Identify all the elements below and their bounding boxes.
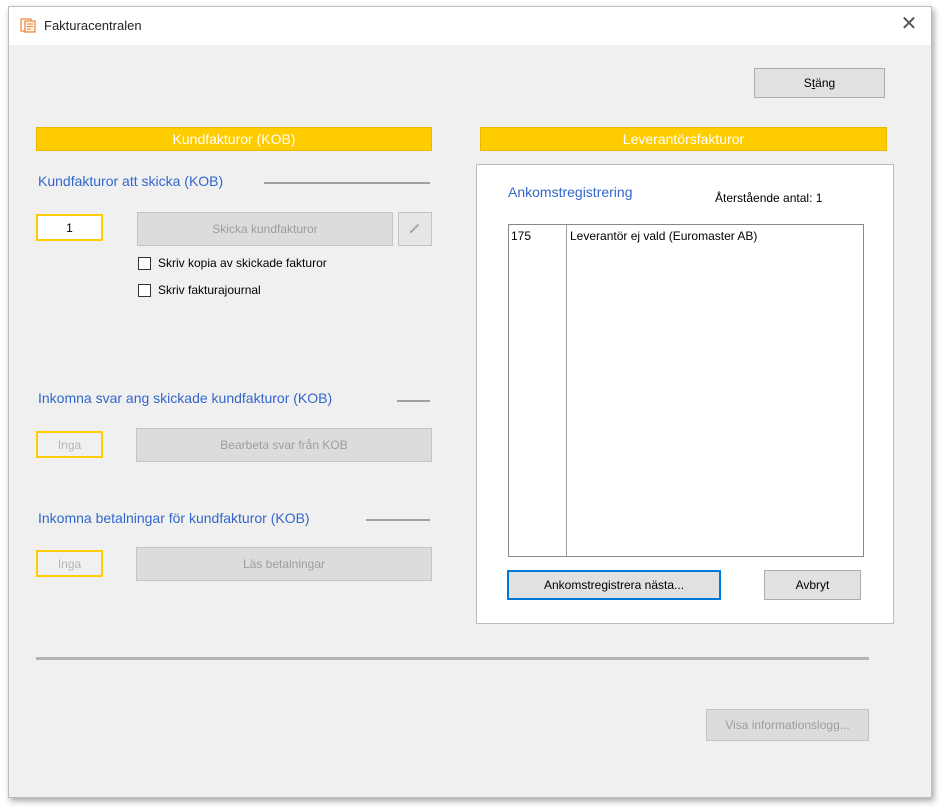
invoice-app-icon [20, 17, 36, 33]
close-label-rest: äng [815, 76, 836, 90]
row-supplier-text[interactable]: Leverantör ej vald (Euromaster AB) [570, 229, 757, 243]
process-replies-button[interactable]: Bearbeta svar från KOB [136, 428, 432, 462]
pencil-icon [409, 222, 421, 237]
print-journal-checkbox[interactable] [138, 284, 151, 297]
bottom-separator [36, 657, 869, 660]
send-invoices-button[interactable]: Skicka kundfakturor [137, 212, 393, 246]
supplier-invoices-header: Leverantörsfakturor [480, 127, 887, 151]
show-log-button[interactable]: Visa informationslogg... [706, 709, 869, 741]
arrival-registration-title: Ankomstregistrering [508, 184, 633, 200]
customer-invoices-header: Kundfakturor (KOB) [36, 127, 432, 151]
row-number[interactable]: 175 [511, 229, 531, 243]
print-copy-checkbox[interactable] [138, 257, 151, 270]
group-divider [366, 519, 430, 521]
invoices-to-send-title: Kundfakturor att skicka (KOB) [38, 173, 224, 189]
dialog-window: Fakturacentralen ✕ St äng Kundfakturor (K… [8, 6, 932, 798]
invoices-to-send-count: 1 [36, 214, 103, 241]
window-title: Fakturacentralen [44, 18, 142, 33]
group-divider [397, 400, 430, 402]
edit-button[interactable] [398, 212, 432, 246]
read-payments-button[interactable]: Läs betalningar [136, 547, 432, 581]
register-next-button[interactable]: Ankomstregistrera nästa... [507, 570, 721, 600]
cancel-button[interactable]: Avbryt [764, 570, 861, 600]
group-divider [264, 182, 430, 184]
incoming-replies-title: Inkomna svar ang skickade kundfakturor (… [38, 390, 333, 406]
title-bar: Fakturacentralen ✕ [9, 7, 931, 45]
close-icon[interactable]: ✕ [897, 12, 921, 36]
close-label-first: S [803, 76, 812, 90]
arrival-list[interactable]: 175 Leverantör ej vald (Euromaster AB) [508, 224, 864, 557]
close-button[interactable]: St äng [754, 68, 885, 98]
incoming-payments-title: Inkomna betalningar för kundfakturor (KO… [38, 510, 310, 526]
remaining-count-label: Återstående antal: 1 [715, 191, 823, 205]
print-copy-label: Skriv kopia av skickade fakturor [158, 256, 327, 270]
column-divider [566, 225, 567, 556]
incoming-replies-count: Inga [36, 431, 103, 458]
print-journal-label: Skriv fakturajournal [158, 283, 261, 297]
arrival-registration-panel: Ankomstregistrering Återstående antal: 1… [476, 164, 894, 624]
incoming-payments-count: Inga [36, 550, 103, 577]
